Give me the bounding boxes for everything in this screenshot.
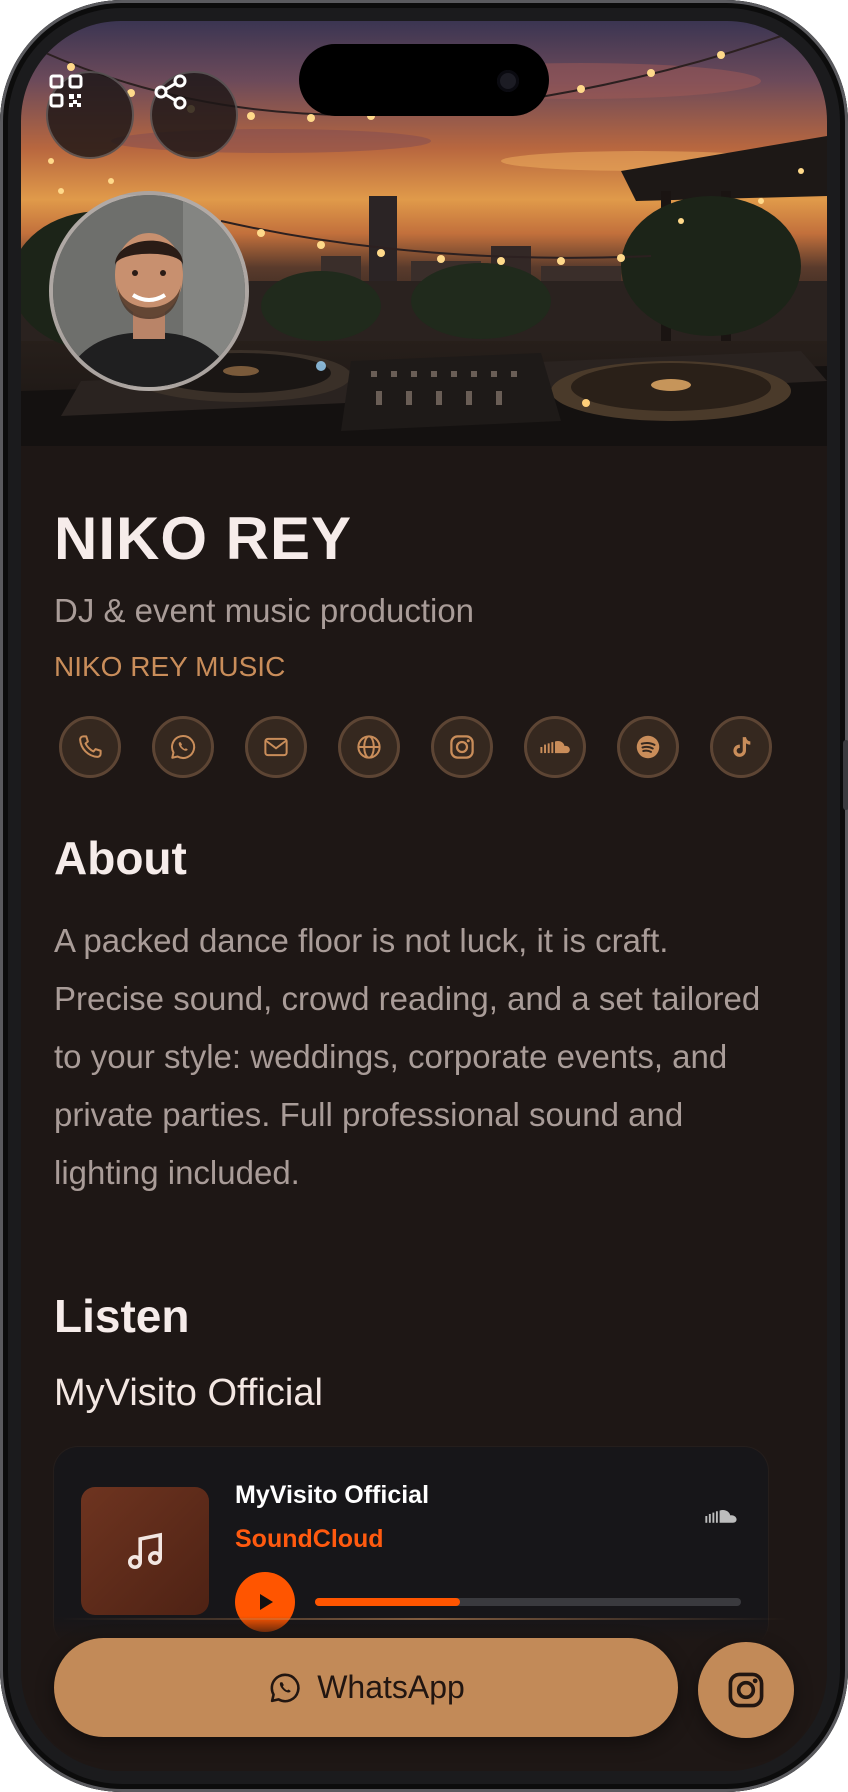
qr-code-button[interactable] [46, 71, 134, 159]
share-button[interactable] [150, 71, 238, 159]
playlist-title: MyVisito Official [54, 1372, 323, 1414]
soundcloud-icon [540, 740, 570, 754]
instagram-icon [450, 735, 474, 759]
front-camera [497, 70, 519, 92]
tiktok-link[interactable] [710, 716, 772, 778]
track-source: SoundCloud [235, 1525, 384, 1553]
whatsapp-icon [270, 1673, 300, 1702]
email-link[interactable] [245, 716, 307, 778]
soundcloud-link[interactable] [524, 716, 586, 778]
music-note-icon [128, 1532, 162, 1569]
globe-icon [357, 735, 381, 759]
share-icon [154, 74, 187, 110]
instagram-link[interactable] [431, 716, 493, 778]
profile-brand: NIKO REY MUSIC [54, 651, 286, 682]
profile-subtitle: DJ & event music production [54, 592, 475, 629]
qr-code-icon [49, 74, 83, 108]
social-links [59, 716, 799, 778]
about-text: A packed dance floor is not luck, it is … [54, 922, 761, 1191]
side-button [843, 740, 848, 810]
soundcloud-icon [704, 1505, 742, 1532]
tiktok-icon [733, 737, 751, 757]
instagram-cta-button[interactable] [698, 1642, 794, 1738]
phone-link[interactable] [59, 716, 121, 778]
dynamic-island [299, 44, 549, 116]
whatsapp-cta-button[interactable]: WhatsApp [54, 1638, 678, 1737]
instagram-icon [728, 1672, 764, 1708]
profile-photo [53, 195, 245, 387]
about-heading: About [54, 832, 187, 884]
profile-avatar [49, 191, 249, 391]
soundcloud-logo-icon [705, 1509, 737, 1523]
listen-heading: Listen [54, 1290, 190, 1342]
phone-frame: NIKO REY DJ & event music production NIK… [0, 0, 848, 1792]
bottom-bar-divider [61, 1618, 787, 1620]
track-progress-fill [315, 1598, 460, 1606]
website-link[interactable] [338, 716, 400, 778]
track-artwork [81, 1487, 209, 1615]
mail-icon [264, 737, 288, 757]
whatsapp-icon [171, 734, 196, 759]
play-icon [260, 1594, 273, 1610]
spotify-icon [636, 735, 660, 759]
track-progress-bar[interactable] [315, 1598, 741, 1606]
whatsapp-cta-label: WhatsApp [317, 1669, 465, 1705]
screen: NIKO REY DJ & event music production NIK… [21, 21, 827, 1771]
profile-name: NIKO REY [54, 505, 353, 572]
phone-icon [79, 735, 102, 758]
track-title: MyVisito Official [235, 1481, 430, 1509]
spotify-link[interactable] [617, 716, 679, 778]
whatsapp-link[interactable] [152, 716, 214, 778]
